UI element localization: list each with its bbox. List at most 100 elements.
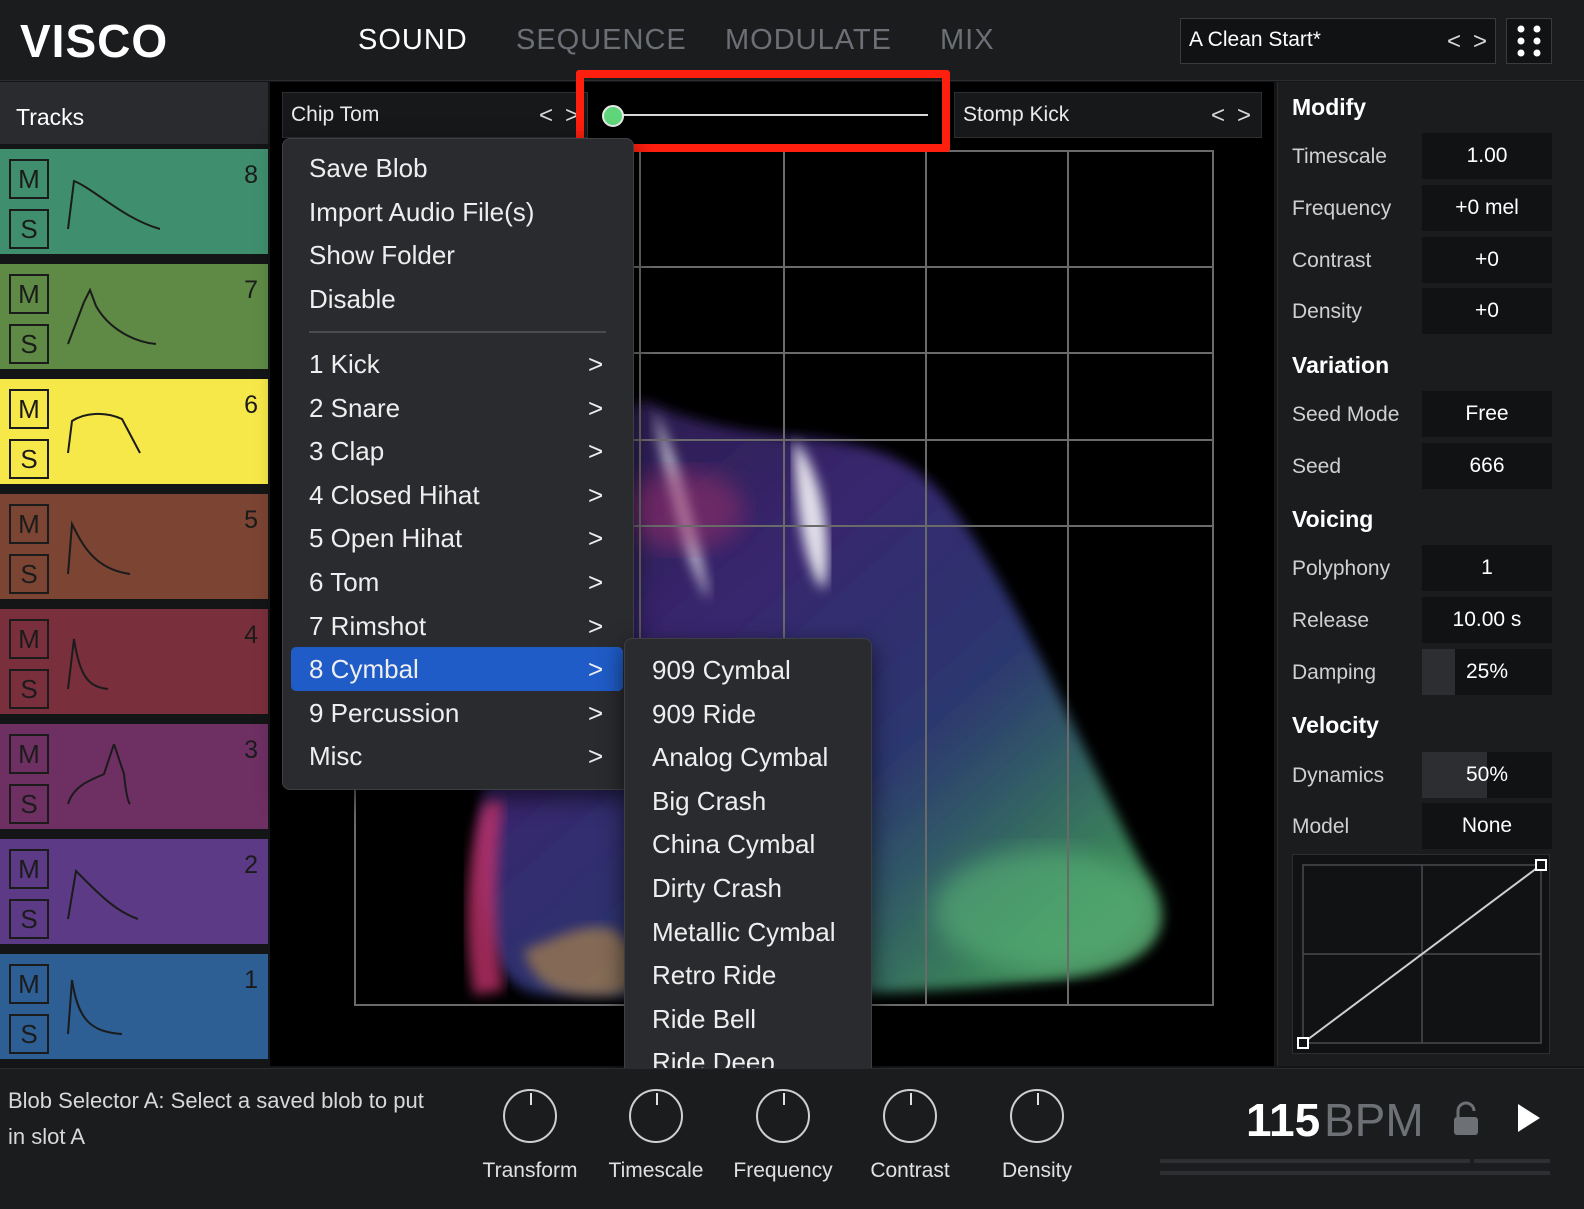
preset-selector[interactable]: A Clean Start* < > <box>1180 18 1496 64</box>
slot-b-next-icon[interactable]: > <box>1237 102 1251 130</box>
preset-prev-icon[interactable]: < <box>1447 28 1461 56</box>
menu-item-save-blob[interactable]: Save Blob <box>309 153 428 184</box>
bpm-value[interactable]: 115 <box>1246 1093 1320 1147</box>
track-envelope-icon <box>67 520 131 575</box>
knob-timescale[interactable] <box>629 1089 683 1143</box>
param-seed-mode-field[interactable]: Free <box>1422 391 1552 437</box>
submenu-item-analog-cymbal[interactable]: Analog Cymbal <box>652 742 828 773</box>
tab-modulate[interactable]: MODULATE <box>725 24 892 57</box>
menu-category-misc[interactable]: Misc <box>309 741 362 772</box>
knob-label-transform: Transform <box>482 1159 578 1182</box>
track-3[interactable]: MS 3 <box>0 724 268 834</box>
submenu-item-retro-ride[interactable]: Retro Ride <box>652 960 776 991</box>
param-contrast-field[interactable]: +0 <box>1422 237 1552 283</box>
param-damping-field[interactable]: 25% <box>1422 649 1552 695</box>
menu-item-show-folder[interactable]: Show Folder <box>309 240 455 271</box>
mute-button[interactable]: M <box>9 389 49 429</box>
mute-button[interactable]: M <box>9 964 49 1004</box>
track-1[interactable]: MS 1 <box>0 954 268 1064</box>
menu-category-8-cymbal[interactable]: 8 Cymbal <box>309 654 419 685</box>
menu-category-4-closed-hihat[interactable]: 4 Closed Hihat <box>309 480 480 511</box>
param-density-field[interactable]: +0 <box>1422 288 1552 334</box>
submenu-item-metallic-cymbal[interactable]: Metallic Cymbal <box>652 917 836 948</box>
knob-frequency[interactable] <box>756 1089 810 1143</box>
knob-density[interactable] <box>1010 1089 1064 1143</box>
track-7[interactable]: MS 7 <box>0 264 268 374</box>
section-velocity: Velocity <box>1292 712 1379 738</box>
slot-b-prev-icon[interactable]: < <box>1211 102 1225 130</box>
blob-slot-b[interactable]: Stomp Kick < > <box>954 92 1262 138</box>
knob-contrast[interactable] <box>883 1089 937 1143</box>
curve-start-handle[interactable] <box>1297 1037 1309 1049</box>
solo-button[interactable]: S <box>9 1014 49 1054</box>
mute-button[interactable]: M <box>9 274 49 314</box>
mute-button[interactable]: M <box>9 504 49 544</box>
menu-category-7-rimshot[interactable]: 7 Rimshot <box>309 611 426 642</box>
velocity-curve-editor[interactable] <box>1292 854 1550 1054</box>
menu-category-1-kick[interactable]: 1 Kick <box>309 349 380 380</box>
solo-button[interactable]: S <box>9 669 49 709</box>
tab-sound[interactable]: SOUND <box>358 24 468 57</box>
solo-button[interactable]: S <box>9 209 49 249</box>
track-number: 7 <box>244 276 258 304</box>
menu-separator <box>309 331 606 333</box>
track-6[interactable]: MS 6 <box>0 379 268 489</box>
curve-end-handle[interactable] <box>1535 859 1547 871</box>
preset-next-icon[interactable]: > <box>1473 28 1487 56</box>
param-model-field[interactable]: None <box>1422 803 1552 849</box>
submenu-item-china-cymbal[interactable]: China Cymbal <box>652 829 815 860</box>
mute-button[interactable]: M <box>9 734 49 774</box>
param-release-field[interactable]: 10.00 s <box>1422 597 1552 643</box>
solo-button[interactable]: S <box>9 899 49 939</box>
menu-category-2-snare[interactable]: 2 Snare <box>309 393 400 424</box>
param-polyphony-field[interactable]: 1 <box>1422 545 1552 591</box>
track-envelope-icon <box>67 979 123 1035</box>
menu-item-disable[interactable]: Disable <box>309 284 396 315</box>
knob-transform[interactable] <box>503 1089 557 1143</box>
submenu-item-909-cymbal[interactable]: 909 Cymbal <box>652 655 791 686</box>
knob-label-frequency: Frequency <box>733 1159 833 1182</box>
submenu-item-909-ride[interactable]: 909 Ride <box>652 699 756 730</box>
submenu-item-dirty-crash[interactable]: Dirty Crash <box>652 873 782 904</box>
track-5[interactable]: MS 5 <box>0 494 268 604</box>
menu-category-3-clap[interactable]: 3 Clap <box>309 436 384 467</box>
param-label-seed: Seed <box>1292 455 1342 478</box>
param-value: +0 mel <box>1455 196 1519 219</box>
solo-button[interactable]: S <box>9 324 49 364</box>
track-2[interactable]: MS 2 <box>0 839 268 949</box>
menu-item-import-audio-file-s[interactable]: Import Audio File(s) <box>309 197 534 228</box>
param-label-polyphony: Polyphony <box>1292 557 1391 580</box>
param-value: 10.00 s <box>1452 608 1522 631</box>
slot-a-prev-icon[interactable]: < <box>539 102 553 130</box>
param-timescale-field[interactable]: 1.00 <box>1422 133 1552 179</box>
menu-category-6-tom[interactable]: 6 Tom <box>309 567 379 598</box>
submenu-item-ride-bell[interactable]: Ride Bell <box>652 1004 756 1035</box>
track-8[interactable]: MS 8 <box>0 149 268 259</box>
solo-button[interactable]: S <box>9 784 49 824</box>
main-menu-button[interactable] <box>1506 18 1552 64</box>
velocity-curve-graph <box>1297 859 1547 1049</box>
play-icon[interactable] <box>1514 1101 1544 1135</box>
mute-button[interactable]: M <box>9 849 49 889</box>
param-label-seed-mode: Seed Mode <box>1292 403 1400 426</box>
tab-sequence[interactable]: SEQUENCE <box>516 24 687 57</box>
mute-button[interactable]: M <box>9 619 49 659</box>
param-dynamics-field[interactable]: 50% <box>1422 752 1552 798</box>
param-label-contrast: Contrast <box>1292 249 1372 272</box>
param-label-timescale: Timescale <box>1292 145 1387 168</box>
solo-button[interactable]: S <box>9 439 49 479</box>
blob-slot-a[interactable]: Chip Tom < > <box>282 92 588 138</box>
chevron-right-icon: > <box>588 523 604 554</box>
knob-label-contrast: Contrast <box>870 1159 950 1182</box>
mute-button[interactable]: M <box>9 159 49 199</box>
menu-category-9-percussion[interactable]: 9 Percussion <box>309 698 459 729</box>
tempo-lock-icon[interactable] <box>1450 1099 1482 1139</box>
menu-category-5-open-hihat[interactable]: 5 Open Hihat <box>309 523 462 554</box>
submenu-item-big-crash[interactable]: Big Crash <box>652 786 766 817</box>
track-4[interactable]: MS 4 <box>0 609 268 719</box>
param-value: +0 <box>1475 299 1499 322</box>
solo-button[interactable]: S <box>9 554 49 594</box>
param-frequency-field[interactable]: +0 mel <box>1422 185 1552 231</box>
param-seed-field[interactable]: 666 <box>1422 443 1552 489</box>
tab-mix[interactable]: MIX <box>940 24 995 57</box>
